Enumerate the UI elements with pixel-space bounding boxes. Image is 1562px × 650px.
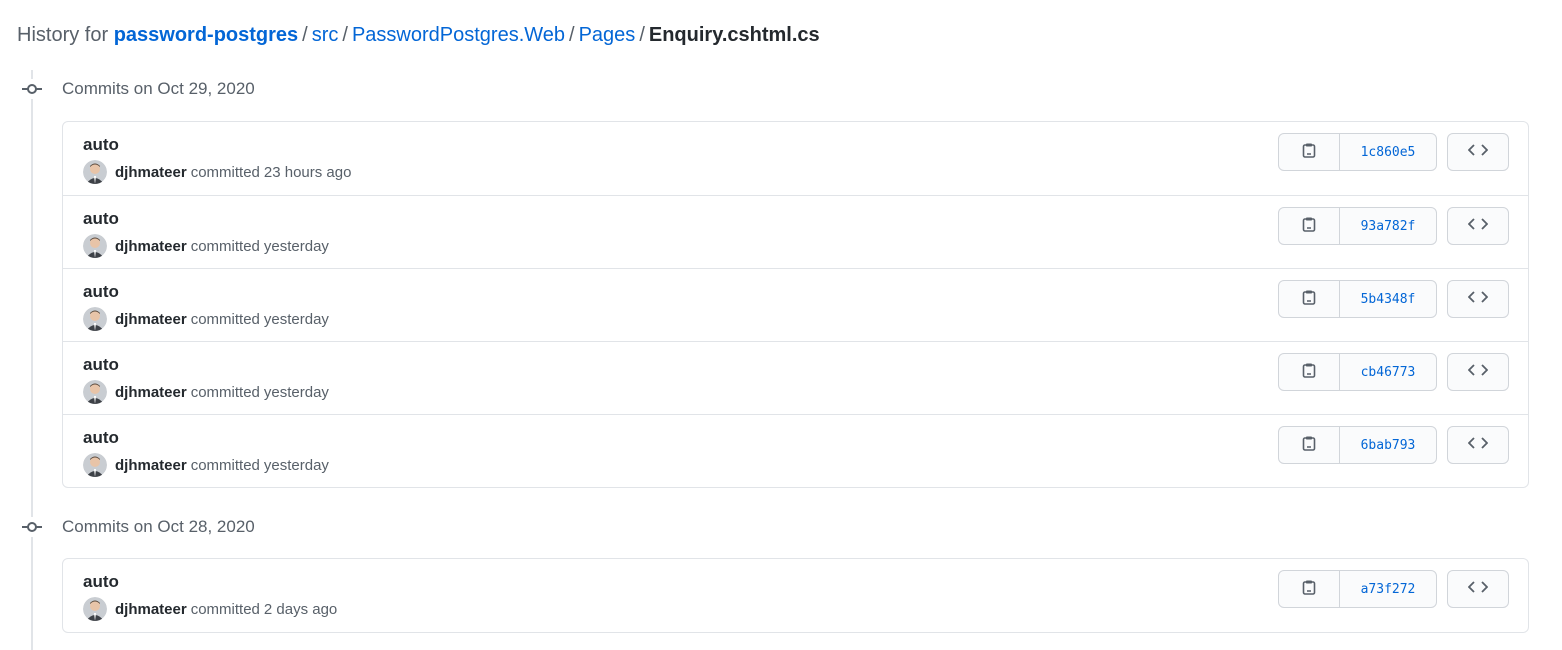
- code-icon: [1467, 143, 1489, 162]
- commit-sha-link[interactable]: 6bab793: [1340, 427, 1436, 463]
- commit-time: yesterday: [263, 310, 329, 328]
- commit-verb: committed: [190, 310, 260, 328]
- author-link[interactable]: djhmateer: [115, 238, 187, 255]
- commit-row: auto djhmateer committed 2 days ago a73f272: [63, 559, 1528, 632]
- commit-meta: djhmateer committed 23 hours ago: [83, 160, 351, 184]
- commit-meta: djhmateer committed yesterday: [83, 453, 329, 477]
- git-commit-icon: [22, 79, 42, 99]
- copy-sha-button[interactable]: [1279, 281, 1340, 317]
- commit-message-link[interactable]: auto: [83, 282, 119, 302]
- commit-group-date: Commits on Oct 28, 2020: [62, 517, 255, 536]
- browse-repo-button[interactable]: [1447, 280, 1509, 318]
- code-icon: [1467, 290, 1489, 309]
- clipboard-icon: [1301, 289, 1317, 310]
- code-icon: [1467, 580, 1489, 599]
- clipboard-icon: [1301, 579, 1317, 600]
- commit-sha-link[interactable]: cb46773: [1340, 354, 1436, 390]
- browse-repo-button[interactable]: [1447, 133, 1509, 171]
- author-link[interactable]: djhmateer: [115, 601, 187, 618]
- repo-link[interactable]: password-postgres: [114, 24, 298, 46]
- clipboard-icon: [1301, 362, 1317, 383]
- breadcrumb-separator: /: [569, 24, 575, 46]
- commit-row: auto djhmateer committed 23 hours ago 1c860e…: [63, 122, 1528, 195]
- sha-button-group: 6bab793: [1278, 426, 1437, 464]
- clipboard-icon: [1301, 142, 1317, 163]
- code-icon: [1467, 363, 1489, 382]
- commit-list: auto djhmateer committed 23 hours ago 1c860e…: [62, 121, 1529, 488]
- copy-sha-button[interactable]: [1279, 571, 1340, 607]
- commit-verb: committed: [190, 383, 260, 401]
- commit-message-link[interactable]: auto: [83, 135, 119, 155]
- browse-repo-button[interactable]: [1447, 353, 1509, 391]
- sha-button-group: cb46773: [1278, 353, 1437, 391]
- user-avatar[interactable]: [83, 380, 107, 404]
- commit-meta: djhmateer committed yesterday: [83, 234, 329, 258]
- code-icon: [1467, 436, 1489, 455]
- copy-sha-button[interactable]: [1279, 208, 1340, 244]
- commit-meta: djhmateer committed yesterday: [83, 380, 329, 404]
- commit-row: auto djhmateer committed yesterday 6bab793: [63, 414, 1528, 487]
- sha-button-group: 93a782f: [1278, 207, 1437, 245]
- clipboard-icon: [1301, 216, 1317, 237]
- breadcrumb-separator: /: [302, 24, 308, 46]
- commit-row: auto djhmateer committed yesterday 93a782f: [63, 195, 1528, 268]
- commit-time: 2 days ago: [263, 600, 338, 618]
- sha-button-group: 1c860e5: [1278, 133, 1437, 171]
- user-avatar[interactable]: [83, 307, 107, 331]
- commit-message-link[interactable]: auto: [83, 355, 119, 375]
- timeline-line: [31, 70, 33, 650]
- commit-verb: committed: [190, 163, 260, 181]
- commit-verb: committed: [190, 237, 260, 255]
- commit-row: auto djhmateer committed yesterday 5b4348f: [63, 268, 1528, 341]
- commit-sha-link[interactable]: a73f272: [1340, 571, 1436, 607]
- author-link[interactable]: djhmateer: [115, 457, 187, 474]
- commit-verb: committed: [190, 456, 260, 474]
- commit-meta: djhmateer committed yesterday: [83, 307, 329, 331]
- breadcrumb-separator: /: [639, 24, 645, 46]
- user-avatar[interactable]: [83, 234, 107, 258]
- path-link-web[interactable]: PasswordPostgres.Web: [352, 24, 565, 46]
- breadcrumb-separator: /: [342, 24, 348, 46]
- commit-time: yesterday: [263, 456, 329, 474]
- author-link[interactable]: djhmateer: [115, 164, 187, 181]
- breadcrumb: History for password-postgres / src / Passwo…: [17, 22, 820, 48]
- browse-repo-button[interactable]: [1447, 570, 1509, 608]
- copy-sha-button[interactable]: [1279, 134, 1340, 170]
- commit-message-link[interactable]: auto: [83, 572, 119, 592]
- git-commit-icon: [22, 517, 42, 537]
- commit-group-date: Commits on Oct 29, 2020: [62, 79, 255, 98]
- commit-sha-link[interactable]: 1c860e5: [1340, 134, 1436, 170]
- path-link-src[interactable]: src: [312, 24, 339, 46]
- browse-repo-button[interactable]: [1447, 426, 1509, 464]
- author-link[interactable]: djhmateer: [115, 311, 187, 328]
- commit-time: yesterday: [263, 383, 329, 401]
- browse-repo-button[interactable]: [1447, 207, 1509, 245]
- user-avatar[interactable]: [83, 160, 107, 184]
- commit-verb: committed: [190, 600, 260, 618]
- sha-button-group: 5b4348f: [1278, 280, 1437, 318]
- commit-meta: djhmateer committed 2 days ago: [83, 597, 337, 621]
- history-prefix: History for: [17, 24, 109, 46]
- path-link-pages[interactable]: Pages: [579, 24, 636, 46]
- commit-message-link[interactable]: auto: [83, 428, 119, 448]
- commit-group-header: Commits on Oct 28, 2020: [22, 514, 255, 540]
- user-avatar[interactable]: [83, 453, 107, 477]
- commit-list: auto djhmateer committed 2 days ago a73f272: [62, 558, 1529, 633]
- code-icon: [1467, 217, 1489, 236]
- commit-time: 23 hours ago: [263, 163, 352, 181]
- commit-sha-link[interactable]: 5b4348f: [1340, 281, 1436, 317]
- commit-group-header: Commits on Oct 29, 2020: [22, 76, 255, 102]
- commit-row: auto djhmateer committed yesterday cb46773: [63, 341, 1528, 414]
- author-link[interactable]: djhmateer: [115, 384, 187, 401]
- current-file-name: Enquiry.cshtml.cs: [648, 24, 820, 46]
- copy-sha-button[interactable]: [1279, 427, 1340, 463]
- copy-sha-button[interactable]: [1279, 354, 1340, 390]
- user-avatar[interactable]: [83, 597, 107, 621]
- sha-button-group: a73f272: [1278, 570, 1437, 608]
- commit-message-link[interactable]: auto: [83, 209, 119, 229]
- commit-time: yesterday: [263, 237, 329, 255]
- clipboard-icon: [1301, 435, 1317, 456]
- commit-sha-link[interactable]: 93a782f: [1340, 208, 1436, 244]
